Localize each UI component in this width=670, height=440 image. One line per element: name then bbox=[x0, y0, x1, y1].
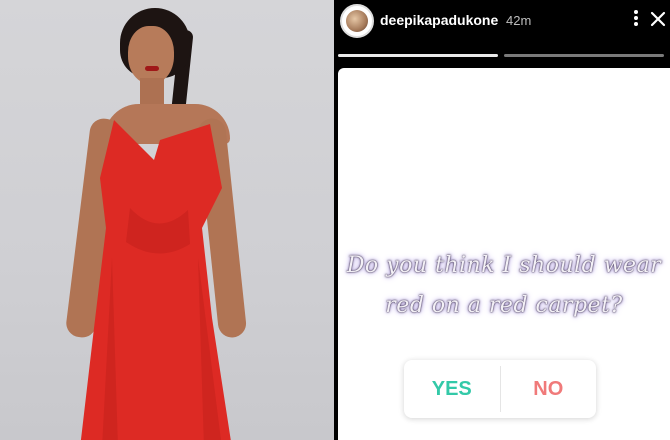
username[interactable]: deepikapadukone bbox=[380, 12, 498, 28]
close-icon[interactable] bbox=[648, 9, 668, 29]
story-header: deepikapadukone 42m bbox=[334, 0, 670, 50]
story-progress bbox=[338, 54, 670, 57]
question-line-1: Do you think I should wear bbox=[346, 253, 662, 278]
avatar-image bbox=[346, 10, 368, 32]
story-card: Do you think I should wear red on a red … bbox=[338, 68, 670, 440]
more-vertical-icon[interactable] bbox=[628, 8, 644, 32]
screen: deepikapadukone 42m Do you think I shoul… bbox=[0, 0, 670, 440]
avatar[interactable] bbox=[340, 4, 374, 38]
poll-sticker: YES NO bbox=[404, 360, 596, 418]
progress-segment-active bbox=[338, 54, 498, 57]
poll-yes-button[interactable]: YES bbox=[404, 360, 500, 418]
question-line-2: red on a red carpet? bbox=[385, 293, 623, 318]
story-panel: deepikapadukone 42m Do you think I shoul… bbox=[334, 0, 670, 440]
poll-no-button[interactable]: NO bbox=[501, 360, 597, 418]
post-time: 42m bbox=[506, 13, 532, 28]
red-gown bbox=[72, 118, 242, 440]
face bbox=[128, 26, 174, 84]
lips bbox=[145, 66, 159, 71]
story-question: Do you think I should wear red on a red … bbox=[338, 246, 670, 326]
photo-panel bbox=[0, 0, 334, 440]
progress-segment bbox=[504, 54, 664, 57]
